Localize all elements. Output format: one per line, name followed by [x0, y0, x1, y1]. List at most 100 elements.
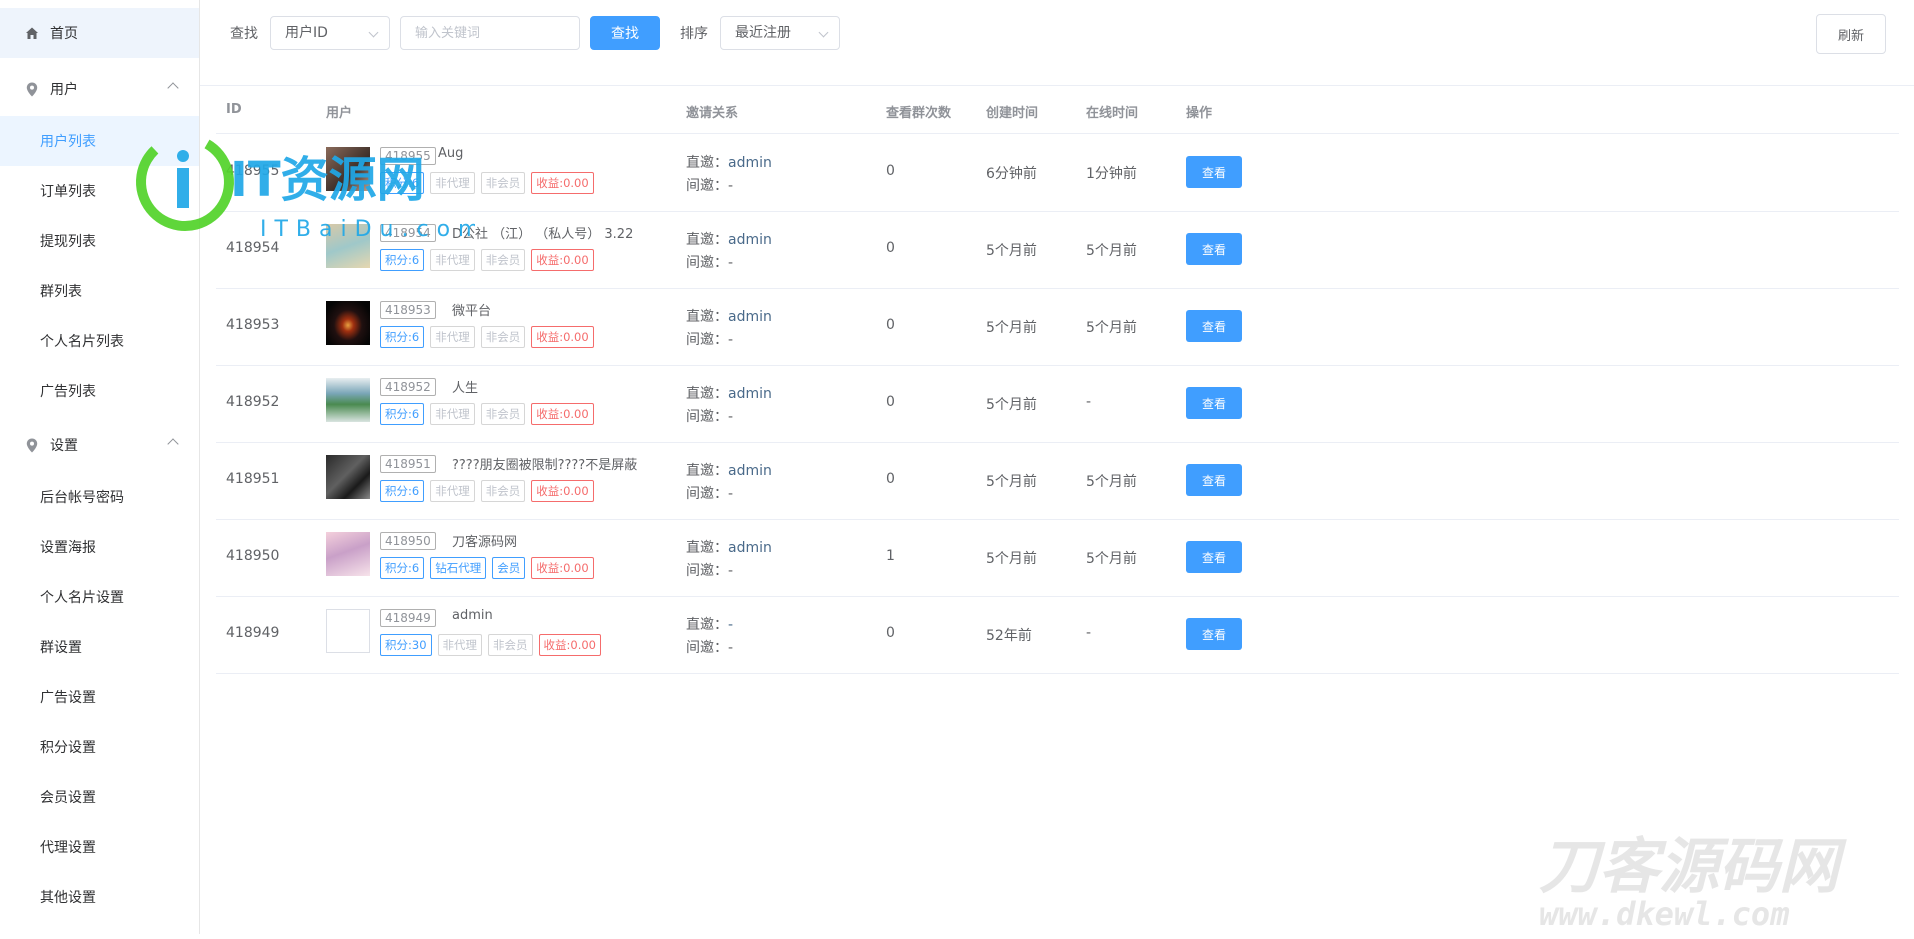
sidebar-item-poster[interactable]: 设置海报: [0, 522, 199, 572]
view-count: 0: [886, 317, 895, 333]
sidebar-item-ad-settings[interactable]: 广告设置: [0, 672, 199, 722]
sidebar-item-card-list[interactable]: 个人名片列表: [0, 316, 199, 366]
invite-direct: 直邀：admin: [686, 537, 772, 557]
direct-value: admin: [728, 232, 772, 248]
agent-tag: 非代理: [430, 249, 475, 271]
invite-direct: 直邀：admin: [686, 460, 772, 480]
member-tag: 非会员: [480, 172, 526, 194]
search-button[interactable]: 查找: [590, 16, 660, 50]
created-time: 5个月前: [986, 551, 1037, 567]
agent-tag: 非代理: [430, 403, 475, 425]
row-id: 418950: [226, 548, 280, 564]
sort-select[interactable]: 最近注册: [720, 16, 840, 50]
indirect-label: 间邀：: [686, 255, 728, 271]
refresh-button[interactable]: 刷新: [1816, 14, 1886, 54]
direct-value: admin: [728, 155, 772, 171]
sidebar-item-points-settings[interactable]: 积分设置: [0, 722, 199, 772]
home-icon: [24, 25, 40, 41]
invite-indirect: 间邀：-: [686, 329, 733, 349]
view-button[interactable]: 查看: [1186, 541, 1242, 573]
direct-value: -: [728, 617, 734, 633]
watermark-dkewl: 刀客源码网 www.dkewl.com: [1535, 825, 1905, 935]
column-header-user: 用户: [326, 106, 353, 121]
sidebar-item-label: 首页: [50, 26, 78, 42]
indirect-value: -: [728, 332, 734, 348]
sidebar-item-home[interactable]: 首页: [0, 8, 199, 58]
invite-direct: 直邀：admin: [686, 152, 772, 172]
sidebar-item-card-settings[interactable]: 个人名片设置: [0, 572, 199, 622]
location-pin-icon: [24, 437, 40, 453]
chevron-up-icon: [167, 82, 179, 94]
search-field-select[interactable]: 用户ID: [270, 16, 390, 50]
indirect-value: -: [728, 486, 734, 502]
user-tags: 积分:6 钻石代理 会员 收益:0.00: [380, 557, 594, 579]
indirect-label: 间邀：: [686, 409, 728, 425]
online-time: 1分钟前: [1086, 166, 1137, 182]
agent-tag: 钻石代理: [430, 557, 487, 579]
user-tags: 积分:30 非代理 非会员 收益:0.00: [380, 634, 601, 656]
view-button[interactable]: 查看: [1186, 387, 1242, 419]
view-button[interactable]: 查看: [1186, 464, 1242, 496]
sidebar-item-group-settings[interactable]: 群设置: [0, 622, 199, 672]
user-id-tag: 418949: [380, 609, 436, 627]
earnings-tag: 收益:0.00: [531, 326, 594, 348]
table-row: 418950 418950 刀客源码网 积分:6 钻石代理 会员 收益:0.00…: [216, 519, 1899, 597]
member-tag: 非会员: [480, 480, 526, 502]
user-name: 刀客源码网: [452, 535, 518, 550]
online-time: 5个月前: [1086, 474, 1137, 490]
indirect-label: 间邀：: [686, 640, 728, 656]
sidebar-group-label: 设置: [50, 438, 78, 454]
watermark-itbaidu-logo: IT资源网 ITBaiDu.com: [135, 126, 479, 246]
column-header-actions: 操作: [1186, 106, 1213, 121]
direct-label: 直邀：: [686, 309, 728, 325]
earnings-tag: 收益:0.00: [531, 403, 594, 425]
points-tag: 积分:6: [380, 326, 425, 348]
chevron-down-icon: [368, 27, 379, 38]
created-time: 6分钟前: [986, 166, 1037, 182]
sidebar-item-group-list[interactable]: 群列表: [0, 266, 199, 316]
view-button[interactable]: 查看: [1186, 618, 1242, 650]
row-id: 418952: [226, 394, 280, 410]
sidebar-group-label: 用户: [50, 82, 78, 98]
sidebar-group-settings[interactable]: 设置: [0, 420, 199, 470]
view-button[interactable]: 查看: [1186, 156, 1242, 188]
online-time: -: [1086, 394, 1092, 410]
points-tag: 积分:6: [380, 557, 425, 579]
sidebar-item-other-settings[interactable]: 其他设置: [0, 872, 199, 922]
search-field-value: 用户ID: [285, 25, 328, 41]
points-tag: 积分:6: [380, 403, 425, 425]
points-tag: 积分:6: [380, 480, 425, 502]
created-time: 5个月前: [986, 243, 1037, 259]
watermark-dkewl-title: 刀客源码网: [1539, 832, 1847, 902]
user-id-tag: 418950: [380, 532, 436, 550]
agent-tag: 非代理: [437, 634, 483, 656]
sidebar-item-member-settings[interactable]: 会员设置: [0, 772, 199, 822]
view-button[interactable]: 查看: [1186, 233, 1242, 265]
invite-direct: 直邀：-: [686, 614, 733, 634]
member-tag: 非会员: [480, 403, 526, 425]
direct-label: 直邀：: [686, 155, 728, 171]
column-header-invite: 邀请关系: [686, 106, 739, 121]
indirect-value: -: [728, 563, 734, 579]
online-time: 5个月前: [1086, 320, 1137, 336]
view-button[interactable]: 查看: [1186, 310, 1242, 342]
user-tags: 积分:6 非代理 非会员 收益:0.00: [380, 326, 594, 348]
direct-label: 直邀：: [686, 540, 728, 556]
sidebar-group-user[interactable]: 用户: [0, 64, 199, 114]
column-header-online: 在线时间: [1086, 106, 1139, 121]
sidebar-item-agent-settings[interactable]: 代理设置: [0, 822, 199, 872]
member-tag: 会员: [492, 557, 526, 579]
earnings-tag: 收益:0.00: [531, 249, 594, 271]
direct-value: admin: [728, 309, 772, 325]
avatar: [326, 378, 370, 422]
keyword-input[interactable]: [400, 16, 580, 50]
sidebar-item-ad-list[interactable]: 广告列表: [0, 366, 199, 416]
view-count: 0: [886, 163, 895, 179]
online-time: 5个月前: [1086, 551, 1137, 567]
user-name: admin: [452, 608, 493, 623]
sort-value: 最近注册: [735, 25, 791, 41]
row-id: 418949: [226, 625, 280, 641]
invite-indirect: 间邀：-: [686, 175, 733, 195]
sidebar-item-admin-password[interactable]: 后台帐号密码: [0, 472, 199, 522]
row-id: 418951: [226, 471, 280, 487]
